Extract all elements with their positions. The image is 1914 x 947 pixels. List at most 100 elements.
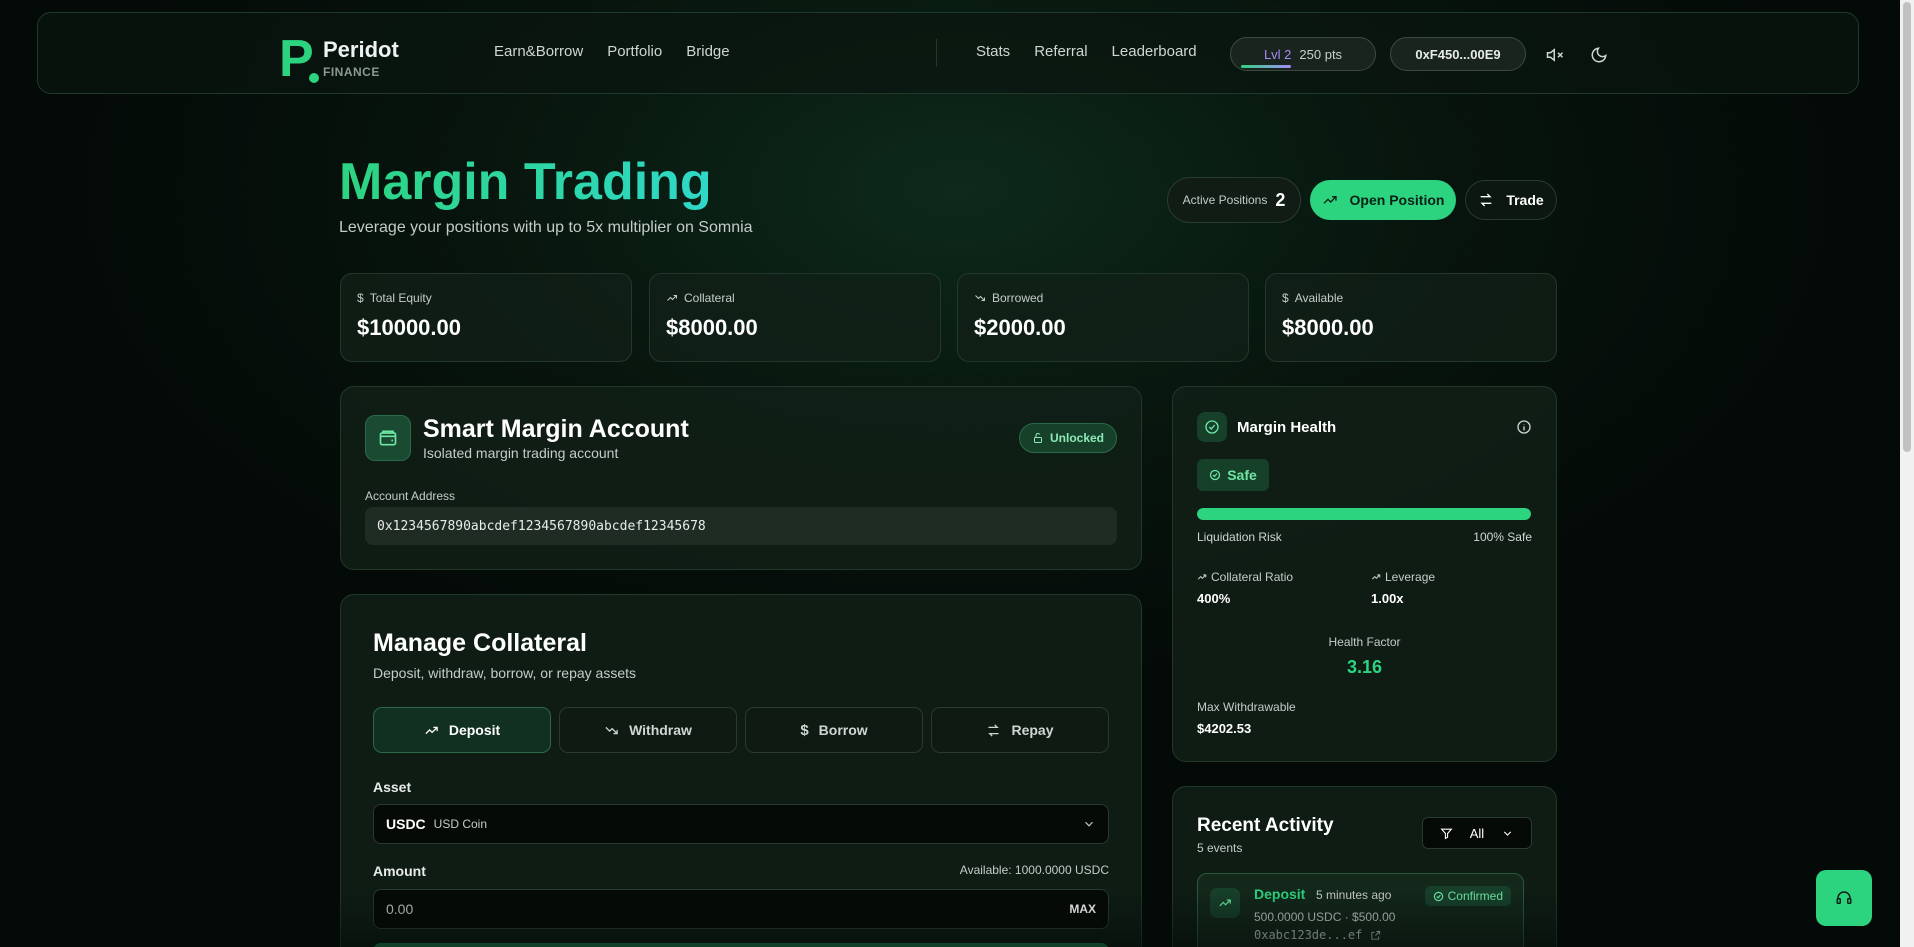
amount-input[interactable]: 0.00 MAX xyxy=(373,889,1109,929)
active-positions-label: Active Positions xyxy=(1182,193,1268,207)
health-factor-value: 3.16 xyxy=(1346,657,1383,677)
activity-tx-link[interactable]: 0xabc123de...ef xyxy=(1254,928,1381,942)
nav-bridge[interactable]: Bridge xyxy=(686,43,729,60)
peridot-logo[interactable]: P Peridot FINANCE xyxy=(279,33,399,85)
info-icon[interactable] xyxy=(1516,419,1532,435)
brand-sub: FINANCE xyxy=(323,65,380,79)
trending-down-icon xyxy=(604,723,619,738)
activity-amount: 500.0000 USDC · $500.00 xyxy=(1254,910,1396,924)
activity-filter-select[interactable]: All xyxy=(1422,817,1532,849)
swap-icon xyxy=(986,723,1001,738)
tab-deposit[interactable]: Deposit xyxy=(373,707,551,753)
trending-up-icon xyxy=(1210,888,1240,918)
active-positions-count: 2 xyxy=(1275,189,1286,210)
collateral-ratio-text: Collateral Ratio xyxy=(1211,570,1294,584)
filter-icon xyxy=(1440,827,1453,840)
wallet-button[interactable]: 0xF450...00E9 xyxy=(1390,37,1526,71)
chevron-down-icon xyxy=(1501,827,1514,840)
submit-button[interactable] xyxy=(373,943,1109,947)
stat-card-collateral: Collateral $8000.00 xyxy=(649,273,941,362)
page-subtitle: Leverage your positions with up to 5x mu… xyxy=(339,219,753,236)
chevron-down-icon xyxy=(1082,817,1096,831)
unlocked-label: Unlocked xyxy=(1049,431,1104,445)
unlock-icon xyxy=(1032,432,1044,444)
unlocked-badge: Unlocked xyxy=(1019,423,1117,453)
activity-type: Deposit xyxy=(1254,886,1306,902)
stat-card-borrowed: Borrowed $2000.00 xyxy=(957,273,1249,362)
recent-activity-title: Recent Activity xyxy=(1197,815,1334,836)
collateral-ratio-value: 400% xyxy=(1197,591,1231,606)
top-nav-bar: P Peridot FINANCE Earn&Borrow Portfolio … xyxy=(37,12,1859,94)
tab-label: Withdraw xyxy=(629,722,692,738)
open-position-label: Open Position xyxy=(1349,192,1445,208)
nav-stats[interactable]: Stats xyxy=(976,43,1010,60)
smart-margin-account-panel: Smart Margin Account Isolated margin tra… xyxy=(340,386,1142,570)
stat-value: $8000.00 xyxy=(1282,315,1374,340)
dollar-icon: $ xyxy=(800,721,809,739)
health-bar xyxy=(1197,508,1531,520)
stat-value: $10000.00 xyxy=(357,315,461,340)
stat-label: Available xyxy=(1294,291,1344,305)
dollar-icon: $ xyxy=(357,291,364,305)
dollar-icon: $ xyxy=(1282,291,1289,305)
activity-tx-hash: 0xabc123de...ef xyxy=(1254,928,1363,942)
peridot-logo-mark: P xyxy=(279,33,319,85)
trending-up-icon xyxy=(1322,192,1338,208)
wallet-icon xyxy=(365,415,411,461)
max-button[interactable]: MAX xyxy=(1069,902,1096,916)
account-address-label: Account Address xyxy=(365,489,456,503)
tab-label: Deposit xyxy=(448,722,501,738)
stat-label: Borrowed xyxy=(992,291,1044,305)
liquidation-risk-value: 100% Safe xyxy=(1473,530,1532,544)
stat-card-available: $ Available $8000.00 xyxy=(1265,273,1557,362)
tab-label: Borrow xyxy=(818,722,868,738)
stat-value: $8000.00 xyxy=(666,315,758,340)
health-bar-fill xyxy=(1197,508,1531,520)
manage-collateral-subtitle: Deposit, withdraw, borrow, or repay asse… xyxy=(373,665,637,681)
mute-icon[interactable] xyxy=(1546,46,1564,64)
stat-card-total-equity: $ Total Equity $10000.00 xyxy=(340,273,632,362)
scrollbar-thumb[interactable] xyxy=(1903,2,1911,452)
filter-value: All xyxy=(1469,825,1485,841)
external-link-icon[interactable] xyxy=(1370,930,1381,941)
nav-divider xyxy=(936,39,937,67)
asset-name: USD Coin xyxy=(433,817,488,831)
open-position-button[interactable]: Open Position xyxy=(1310,180,1456,220)
amount-label: Amount xyxy=(373,863,426,879)
leverage-label: Leverage xyxy=(1371,570,1435,584)
activity-status-label: Confirmed xyxy=(1447,889,1503,903)
stat-label: Total Equity xyxy=(369,291,432,305)
trending-up-icon xyxy=(666,292,678,304)
recent-activity-panel: Recent Activity 5 events All Deposit 5 m… xyxy=(1172,786,1557,947)
stat-value: $2000.00 xyxy=(974,315,1066,340)
sma-subtitle: Isolated margin trading account xyxy=(423,445,619,461)
nav-earn-borrow[interactable]: Earn&Borrow xyxy=(494,43,583,60)
tab-borrow[interactable]: $ Borrow xyxy=(745,707,923,753)
safe-label: Safe xyxy=(1227,467,1257,483)
health-factor-label: Health Factor xyxy=(1328,635,1401,649)
leverage-text: Leverage xyxy=(1385,570,1436,584)
support-chat-button[interactable] xyxy=(1816,870,1872,926)
active-positions-badge[interactable]: Active Positions 2 xyxy=(1167,177,1301,223)
margin-health-title: Margin Health xyxy=(1237,419,1337,436)
trending-up-icon xyxy=(424,723,439,738)
page-scrollbar[interactable] xyxy=(1900,0,1914,947)
moon-icon[interactable] xyxy=(1590,46,1608,64)
activity-item[interactable]: Deposit 5 minutes ago Confirmed 500.0000… xyxy=(1197,873,1524,947)
amount-value: 0.00 xyxy=(386,901,414,917)
asset-select[interactable]: USDC USD Coin xyxy=(373,804,1109,844)
nav-leaderboard[interactable]: Leaderboard xyxy=(1112,43,1197,60)
recent-activity-count: 5 events xyxy=(1197,841,1243,855)
level-points-badge[interactable]: Lvl 2 250 pts xyxy=(1230,37,1376,71)
manage-collateral-title: Manage Collateral xyxy=(373,629,587,657)
asset-label: Asset xyxy=(373,779,412,795)
headset-icon xyxy=(1835,889,1853,907)
check-circle-icon xyxy=(1433,891,1444,902)
trade-button[interactable]: Trade xyxy=(1465,180,1557,220)
trending-down-icon xyxy=(974,292,986,304)
nav-portfolio[interactable]: Portfolio xyxy=(607,43,662,60)
tab-withdraw[interactable]: Withdraw xyxy=(559,707,737,753)
tab-repay[interactable]: Repay xyxy=(931,707,1109,753)
nav-referral[interactable]: Referral xyxy=(1034,43,1087,60)
account-address-value[interactable]: 0x1234567890abcdef1234567890abcdef123456… xyxy=(365,507,1117,545)
